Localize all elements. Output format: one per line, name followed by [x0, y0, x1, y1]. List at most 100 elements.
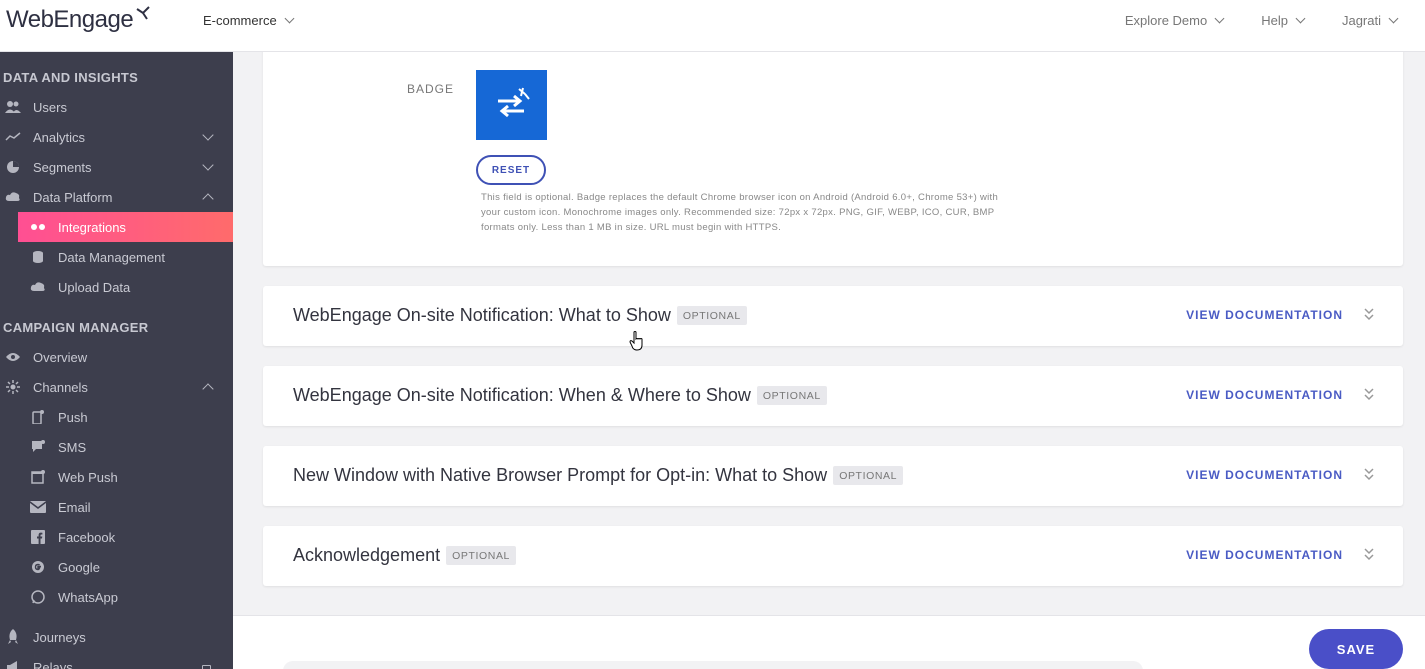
optional-badge: OPTIONAL	[833, 466, 904, 485]
section-native-prompt[interactable]: New Window with Native Browser Prompt fo…	[263, 446, 1403, 506]
sidebar-item-data-management[interactable]: Data Management	[0, 242, 233, 272]
chevron-down-icon	[284, 13, 295, 24]
sidebar-item-label: Push	[58, 409, 88, 425]
chevron-down-icon	[1295, 13, 1306, 24]
view-documentation-link[interactable]: VIEW DOCUMENTATION	[1186, 388, 1343, 402]
sidebar-item-upload-data[interactable]: Upload Data	[0, 272, 233, 302]
section-title: WebEngage On-site Notification: What to …	[293, 305, 747, 326]
explore-demo-menu[interactable]: Explore Demo	[1124, 13, 1225, 28]
cloud-icon	[5, 189, 21, 205]
badge-label: BADGE	[407, 82, 455, 96]
browser-push-icon	[30, 469, 46, 485]
double-chevron-down-icon[interactable]	[1363, 466, 1375, 482]
facebook-icon	[30, 529, 46, 545]
help-menu[interactable]: Help	[1261, 13, 1306, 28]
sidebar-item-label: Data Management	[58, 249, 165, 265]
main-content: BADGE RESET This field is optional. Badg…	[233, 52, 1425, 669]
sidebar-item-label: Facebook	[58, 529, 116, 545]
cloud-upload-icon	[30, 279, 46, 295]
user-menu[interactable]: Jagrati	[1342, 13, 1399, 28]
sidebar-item-users[interactable]: Users	[0, 92, 233, 122]
sidebar-item-sms[interactable]: SMS	[0, 432, 233, 462]
optional-badge: OPTIONAL	[676, 306, 747, 325]
rocket-icon	[5, 629, 21, 645]
email-icon	[30, 499, 46, 515]
double-chevron-down-icon[interactable]	[1363, 546, 1375, 562]
sidebar-item-segments[interactable]: Segments	[0, 152, 233, 182]
section-title: New Window with Native Browser Prompt fo…	[293, 465, 904, 486]
chevron-down-icon	[1388, 13, 1399, 24]
section-title: WebEngage On-site Notification: When & W…	[293, 385, 827, 406]
logo-text: WebEngage	[6, 6, 134, 33]
sidebar-item-channels[interactable]: Channels	[0, 372, 233, 402]
chevron-down-icon	[1214, 13, 1225, 24]
optional-badge: OPTIONAL	[756, 386, 827, 405]
sidebar-item-push[interactable]: Push	[0, 402, 233, 432]
project-name: E-commerce	[203, 13, 277, 28]
top-nav: Explore Demo Help Jagrati	[1124, 13, 1399, 28]
sidebar-item-web-push[interactable]: Web Push	[0, 462, 233, 492]
section-onsite-when-where[interactable]: WebEngage On-site Notification: When & W…	[263, 366, 1403, 426]
sidebar-item-label: Integrations	[58, 219, 126, 235]
badge-card: BADGE RESET This field is optional. Badg…	[263, 52, 1403, 266]
chevron-down-icon	[202, 129, 214, 141]
sidebar-item-overview[interactable]: Overview	[0, 342, 233, 372]
save-button[interactable]: SAVE	[1309, 629, 1403, 669]
section-title-text: Acknowledgement	[293, 545, 441, 565]
arrows-swap-icon	[497, 87, 530, 118]
analytics-icon	[5, 129, 21, 145]
optional-badge: OPTIONAL	[446, 546, 516, 565]
sidebar-item-label: Email	[58, 499, 91, 515]
view-documentation-link[interactable]: VIEW DOCUMENTATION	[1186, 548, 1343, 562]
explore-demo-label: Explore Demo	[1124, 13, 1208, 28]
double-chevron-down-icon[interactable]	[1363, 386, 1375, 402]
sidebar-item-label: Segments	[33, 159, 92, 175]
sidebar-item-whatsapp[interactable]: WhatsApp	[0, 582, 233, 612]
integrations-icon	[30, 219, 46, 235]
section-title-text: WebEngage On-site Notification: When & W…	[293, 385, 751, 405]
users-icon	[5, 99, 21, 115]
section-onsite-what-to-show[interactable]: WebEngage On-site Notification: What to …	[263, 286, 1403, 346]
eye-icon	[5, 349, 21, 365]
view-documentation-link[interactable]: VIEW DOCUMENTATION	[1186, 468, 1343, 482]
sidebar-item-label: Google	[58, 559, 100, 575]
sidebar-item-label: Relays	[33, 659, 73, 669]
sidebar-item-label: Channels	[33, 379, 88, 395]
sidebar-item-google[interactable]: Google	[0, 552, 233, 582]
sidebar-item-label: Upload Data	[58, 279, 131, 295]
chevron-up-icon	[202, 193, 214, 205]
webengage-logo[interactable]: WebEngage	[6, 6, 151, 34]
sidebar-item-journeys[interactable]: Journeys	[0, 622, 233, 652]
sidebar-item-data-platform[interactable]: Data Platform	[0, 182, 233, 212]
help-label: Help	[1261, 13, 1288, 28]
reset-button[interactable]: RESET	[476, 155, 546, 185]
sidebar-item-label: Data Platform	[33, 189, 113, 205]
section-title: Acknowledgement OPTIONAL	[293, 545, 516, 566]
footer-bar: SAVE	[233, 615, 1425, 669]
google-icon	[30, 559, 46, 575]
badge-preview-image	[476, 70, 547, 140]
sidebar-item-facebook[interactable]: Facebook	[0, 522, 233, 552]
chevron-down-icon	[202, 159, 214, 171]
sidebar-item-integrations[interactable]: Integrations	[18, 212, 233, 242]
section-title-text: WebEngage On-site Notification: What to …	[293, 305, 671, 325]
database-icon	[30, 249, 46, 265]
view-documentation-link[interactable]: VIEW DOCUMENTATION	[1186, 308, 1343, 322]
chevron-up-icon	[202, 383, 214, 395]
badge-help-text: This field is optional. Badge replaces t…	[481, 192, 999, 233]
section-acknowledgement[interactable]: Acknowledgement OPTIONAL VIEW DOCUMENTATI…	[263, 526, 1403, 586]
lock-icon	[202, 665, 211, 669]
project-selector[interactable]: E-commerce	[203, 13, 295, 28]
footer-pill	[283, 661, 1143, 669]
sidebar-item-analytics[interactable]: Analytics	[0, 122, 233, 152]
sidebar-item-relays[interactable]: Relays	[0, 652, 233, 669]
sidebar-item-email[interactable]: Email	[0, 492, 233, 522]
sidebar-item-label: Analytics	[33, 129, 86, 145]
channels-icon	[5, 379, 21, 395]
pie-chart-icon	[5, 159, 21, 175]
section-data-insights: DATA AND INSIGHTS	[3, 70, 139, 85]
whatsapp-icon	[30, 589, 46, 605]
double-chevron-down-icon[interactable]	[1363, 306, 1375, 322]
sidebar-item-label: Journeys	[33, 629, 86, 645]
sms-icon	[30, 439, 46, 455]
